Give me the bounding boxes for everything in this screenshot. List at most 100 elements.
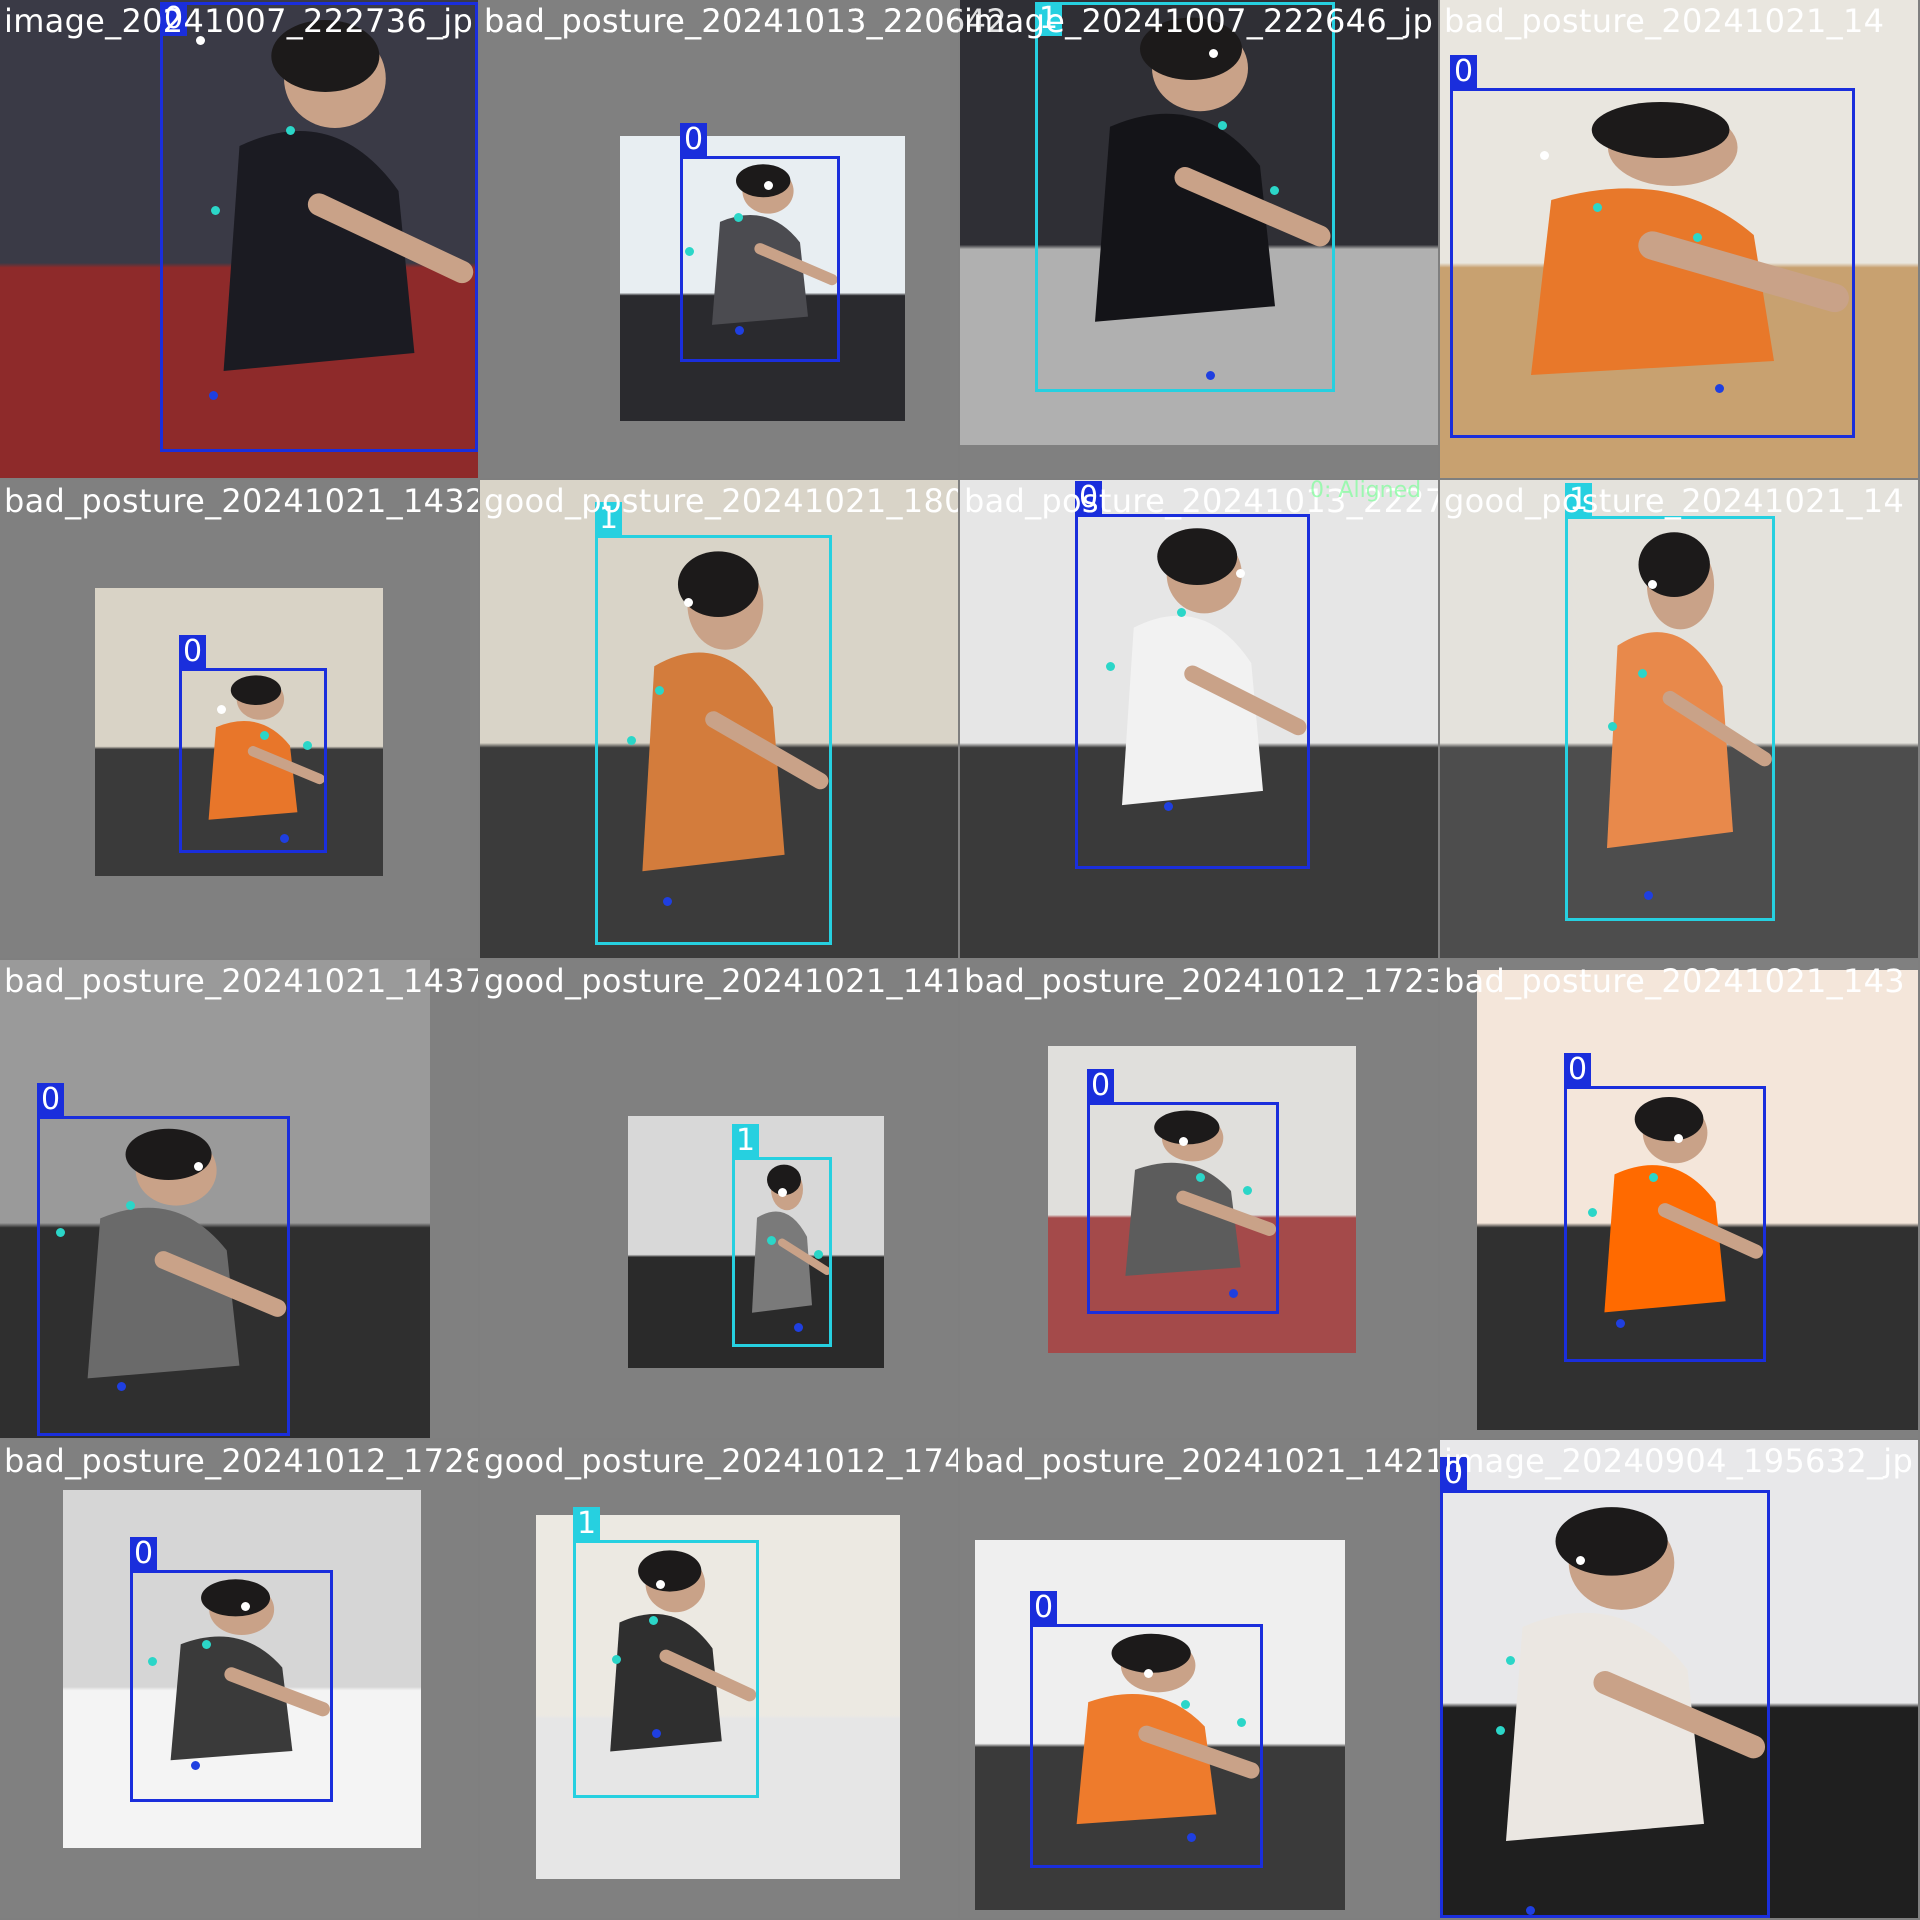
class-label: 1 bbox=[573, 1507, 601, 1541]
mosaic-tile: 1 good_posture_20241021_141536 bbox=[480, 960, 958, 1438]
tile-filename-caption: bad_posture_20241021_143 bbox=[1444, 962, 1905, 1000]
keypoint-torso bbox=[655, 686, 664, 695]
detection-box: 0 bbox=[680, 123, 840, 362]
mosaic-tile: 1 good_posture_20241012_17431 bbox=[480, 1440, 958, 1918]
keypoint-torso bbox=[649, 1616, 658, 1625]
keypoint-torso bbox=[1649, 1173, 1658, 1182]
tile-filename-caption: good_posture_20241021_14 bbox=[1444, 482, 1905, 520]
tile-filename-caption: good_posture_20241021_1803 bbox=[484, 482, 958, 520]
detection-box: 1 bbox=[573, 1507, 759, 1798]
overlay-text: 0: Aligned bbox=[1310, 478, 1422, 503]
keypoint-head bbox=[656, 1580, 665, 1589]
keypoint-torso bbox=[1593, 203, 1602, 212]
keypoint-torso bbox=[1588, 1208, 1597, 1217]
keypoint-torso bbox=[612, 1655, 621, 1664]
keypoint-torso bbox=[1608, 722, 1617, 731]
tile-filename-caption: image_20240904_195632_jp bbox=[1444, 1442, 1914, 1480]
keypoint-torso bbox=[286, 126, 295, 135]
class-label: 0 bbox=[130, 1537, 158, 1571]
keypoint-torso bbox=[814, 1250, 823, 1259]
detection-box: 0 bbox=[130, 1537, 333, 1802]
tile-filename-caption: image_20241007_222646_jp bbox=[964, 2, 1434, 40]
keypoint-torso bbox=[1218, 121, 1227, 130]
keypoint-head bbox=[1209, 49, 1218, 58]
detection-box: 1 bbox=[1565, 483, 1775, 921]
keypoint-head bbox=[1540, 151, 1549, 160]
mosaic-tile: 0 bad_posture_20241013_220642 bbox=[480, 0, 958, 478]
keypoint-hip bbox=[1229, 1289, 1238, 1298]
keypoint-torso bbox=[1243, 1186, 1252, 1195]
keypoint-hip bbox=[1644, 891, 1653, 900]
keypoint-hip bbox=[1715, 384, 1724, 393]
mosaic-tile: 0 bad_posture_20241013_222753 bbox=[960, 480, 1438, 958]
tile-filename-caption: image_20241007_222736_jp bbox=[4, 2, 474, 40]
keypoint-head bbox=[1236, 569, 1245, 578]
class-label: 1 bbox=[732, 1124, 760, 1158]
keypoint-head bbox=[1179, 1137, 1188, 1146]
class-label: 0 bbox=[37, 1083, 65, 1117]
keypoint-head bbox=[1674, 1134, 1683, 1143]
keypoint-head bbox=[217, 705, 226, 714]
mosaic-tile: 0 image_20241007_222736_jp bbox=[0, 0, 478, 478]
keypoint-head bbox=[194, 1162, 203, 1171]
tile-filename-caption: bad_posture_20241012_17230 bbox=[964, 962, 1438, 1000]
keypoint-torso bbox=[1506, 1656, 1515, 1665]
tile-filename-caption: bad_posture_20241012_172807 bbox=[4, 1442, 478, 1480]
keypoint-torso bbox=[627, 736, 636, 745]
keypoint-torso bbox=[1181, 1700, 1190, 1709]
keypoint-hip bbox=[1206, 371, 1215, 380]
keypoint-hip bbox=[663, 897, 672, 906]
keypoint-torso bbox=[1177, 608, 1186, 617]
detection-box: 0 bbox=[1440, 1457, 1770, 1918]
keypoint-torso bbox=[767, 1236, 776, 1245]
tile-filename-caption: bad_posture_20241021_14 bbox=[1444, 2, 1885, 40]
mosaic-tile: 0 bad_posture_20241021_14 bbox=[1440, 0, 1918, 478]
keypoint-torso bbox=[1196, 1173, 1205, 1182]
detection-box: 1 bbox=[1035, 2, 1335, 392]
keypoint-torso bbox=[56, 1228, 65, 1237]
tile-filename-caption-overlap: bad_posture_20241013_220642 bbox=[484, 2, 1007, 40]
image-mosaic: 0 image_20241007_222736_jp 0 bad_posture_20… bbox=[0, 0, 1920, 1920]
keypoint-torso bbox=[734, 213, 743, 222]
keypoint-torso bbox=[126, 1201, 135, 1210]
keypoint-torso bbox=[1106, 662, 1115, 671]
keypoint-hip bbox=[794, 1323, 803, 1332]
keypoint-head bbox=[1648, 580, 1657, 589]
mosaic-tile: 0 bad_posture_20241021_143230 bbox=[0, 480, 478, 958]
keypoint-torso bbox=[148, 1657, 157, 1666]
class-label: 0 bbox=[1087, 1069, 1115, 1103]
class-label: 0 bbox=[1030, 1591, 1058, 1625]
detection-box: 0 bbox=[1087, 1069, 1279, 1314]
mosaic-tile: 1 good_posture_20241021_1803 bbox=[480, 480, 958, 958]
detection-box: 0 bbox=[179, 635, 327, 853]
keypoint-hip bbox=[1616, 1319, 1625, 1328]
keypoint-torso bbox=[211, 206, 220, 215]
keypoint-torso bbox=[1496, 1726, 1505, 1735]
tile-filename-caption: bad_posture_20241021_142113 bbox=[964, 1442, 1438, 1480]
keypoint-head bbox=[684, 598, 693, 607]
keypoint-head bbox=[1576, 1556, 1585, 1565]
class-label: 0 bbox=[1564, 1053, 1592, 1087]
detection-box: 0 bbox=[1030, 1591, 1263, 1868]
keypoint-hip bbox=[117, 1382, 126, 1391]
tile-filename-caption: good_posture_20241012_17431 bbox=[484, 1442, 958, 1480]
keypoint-torso bbox=[1638, 669, 1647, 678]
keypoint-hip bbox=[280, 834, 289, 843]
keypoint-torso bbox=[260, 731, 269, 740]
keypoint-hip bbox=[1164, 802, 1173, 811]
keypoint-torso bbox=[303, 741, 312, 750]
keypoint-hip bbox=[1526, 1906, 1535, 1915]
class-label: 0 bbox=[680, 123, 708, 157]
detection-box: 0 bbox=[1564, 1053, 1766, 1362]
keypoint-head bbox=[778, 1188, 787, 1197]
mosaic-tile: 0 bad_posture_20241021_142113 bbox=[960, 1440, 1438, 1918]
keypoint-torso bbox=[202, 1640, 211, 1649]
keypoint-torso bbox=[1693, 233, 1702, 242]
mosaic-tile: 0 bad_posture_20241012_172807 bbox=[0, 1440, 478, 1918]
mosaic-tile: 1 good_posture_20241021_14 bbox=[1440, 480, 1918, 958]
keypoint-torso bbox=[1270, 186, 1279, 195]
keypoint-hip bbox=[735, 326, 744, 335]
tile-filename-caption: bad_posture_20241021_143230 bbox=[4, 482, 478, 520]
keypoint-head bbox=[241, 1602, 250, 1611]
detection-box: 0 bbox=[1075, 481, 1310, 869]
